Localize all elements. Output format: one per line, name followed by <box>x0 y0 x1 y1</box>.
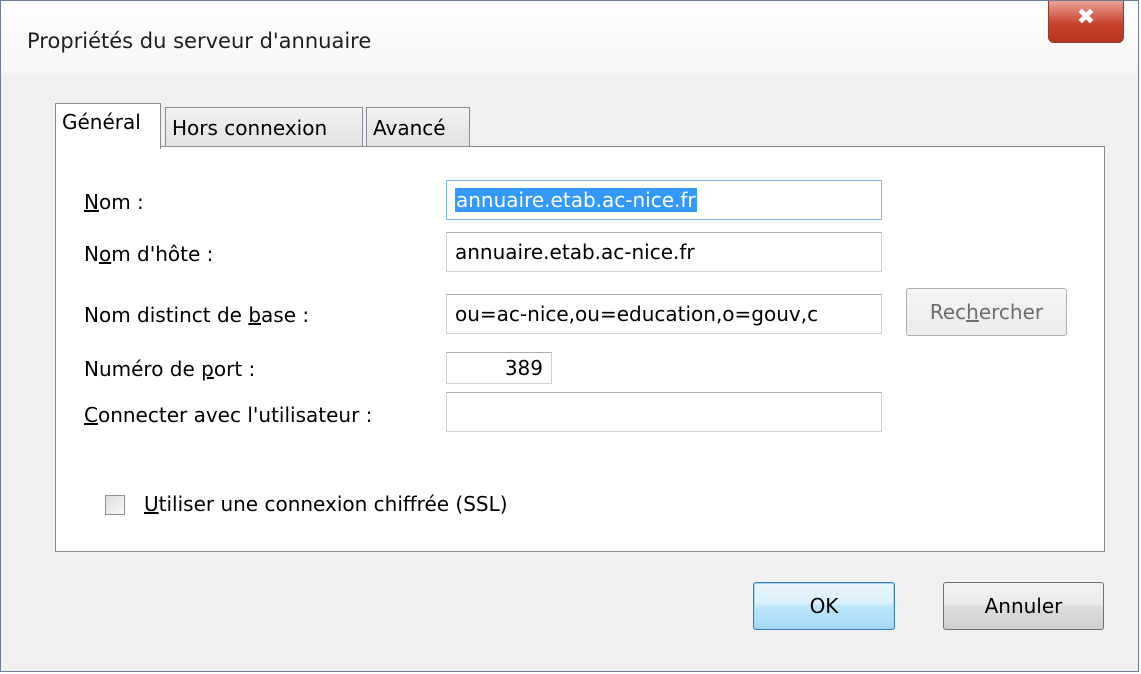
port-input[interactable]: 389 <box>446 352 552 384</box>
tab-panel-general: Nom : annuaire.etab.ac-nice.fr Nom d'hôt… <box>55 146 1105 552</box>
tab-advanced[interactable]: Avancé <box>366 107 470 147</box>
dialog-title: Propriétés du serveur d'annuaire <box>27 29 372 53</box>
bind-user-label: Connecter avec l'utilisateur : <box>84 403 373 427</box>
port-label: Numéro de port : <box>84 357 256 381</box>
ok-button[interactable]: OK <box>753 582 895 630</box>
tab-offline[interactable]: Hors connexion <box>165 107 363 147</box>
ssl-label[interactable]: Utiliser une connexion chiffrée (SSL) <box>144 492 508 516</box>
name-input[interactable]: annuaire.etab.ac-nice.fr <box>446 180 882 220</box>
tab-general[interactable]: Général <box>55 103 161 149</box>
name-label: Nom : <box>84 190 144 214</box>
dialog-window: Propriétés du serveur d'annuaire ✖ Génér… <box>0 0 1139 672</box>
search-button[interactable]: Rechercher <box>906 288 1067 336</box>
hostname-input[interactable]: annuaire.etab.ac-nice.fr <box>446 232 882 272</box>
ssl-checkbox[interactable] <box>105 495 125 515</box>
bind-user-input[interactable] <box>446 392 882 432</box>
close-button[interactable]: ✖ <box>1048 1 1124 43</box>
base-dn-input[interactable]: ou=ac-nice,ou=education,o=gouv,c <box>446 294 882 334</box>
cancel-button[interactable]: Annuler <box>943 582 1104 630</box>
title-bar[interactable]: Propriétés du serveur d'annuaire ✖ <box>1 1 1138 75</box>
hostname-label: Nom d'hôte : <box>84 242 214 266</box>
close-icon: ✖ <box>1076 5 1096 30</box>
base-dn-label: Nom distinct de base : <box>84 303 310 327</box>
